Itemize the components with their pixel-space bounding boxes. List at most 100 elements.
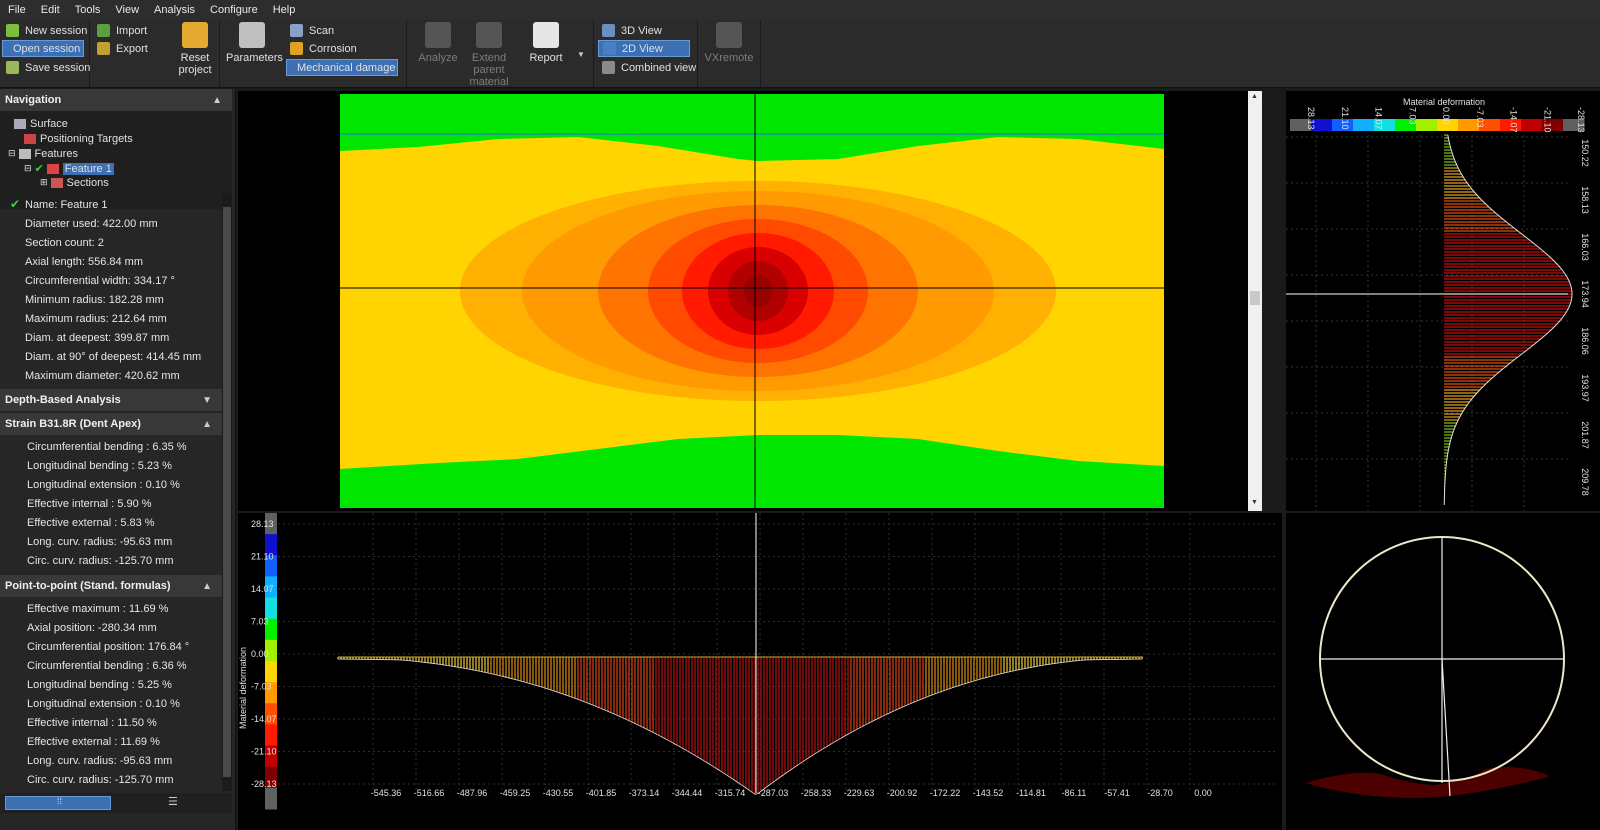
circumferential-profile-chart[interactable]: Material deformation 28.13 21.10 14.07 7.03… bbox=[1286, 91, 1600, 511]
corrosion-mode-button[interactable]: Corrosion bbox=[286, 40, 361, 57]
axial-x-tick: -315.74 bbox=[715, 788, 746, 798]
axial-profile-view[interactable]: 28.13 21.10 14.07 7.03 0.00 -7.03 -14.07 -21.10… bbox=[238, 513, 1282, 830]
open-session-button[interactable]: Open session bbox=[2, 40, 84, 57]
chevron-up-icon[interactable]: ▲ bbox=[212, 95, 222, 106]
profile-scale-label: 0.00 bbox=[1441, 107, 1451, 125]
menu-help[interactable]: Help bbox=[273, 4, 296, 16]
properties-scrollbar[interactable] bbox=[222, 193, 232, 791]
vxremote-button[interactable]: VXremote bbox=[704, 22, 754, 64]
combined-view-button[interactable]: Combined view bbox=[598, 59, 700, 76]
parameters-icon bbox=[239, 22, 265, 48]
2d-view-button[interactable]: 2D View bbox=[598, 40, 690, 57]
grid-icon: ⁞⁞ bbox=[57, 796, 63, 806]
menu-file[interactable]: File bbox=[8, 4, 26, 16]
tree-item-positioning-targets[interactable]: Positioning Targets bbox=[24, 131, 133, 146]
corrosion-icon bbox=[290, 42, 303, 55]
deformation-map[interactable] bbox=[238, 91, 1262, 511]
expand-minus-icon[interactable]: ⊟ bbox=[8, 148, 16, 159]
scan-mode-button[interactable]: Scan bbox=[286, 22, 338, 39]
depth-based-analysis-header[interactable]: Depth-Based Analysis ▼ bbox=[0, 389, 222, 411]
p2p-item: Effective internal : 11.50 % bbox=[27, 717, 157, 729]
import-button[interactable]: Import bbox=[93, 22, 151, 39]
axial-y-tick: -28.13 bbox=[251, 779, 277, 789]
reset-project-button[interactable]: Reset project bbox=[172, 22, 218, 76]
tree-item-features[interactable]: ⊟ Features bbox=[8, 146, 78, 161]
strain-item: Long. curv. radius: -95.63 mm bbox=[27, 536, 173, 548]
target-icon bbox=[24, 133, 36, 144]
menu-edit[interactable]: Edit bbox=[41, 4, 60, 16]
axial-x-tick: -287.03 bbox=[758, 788, 789, 798]
tree-label: Features bbox=[34, 147, 78, 160]
chevron-up-icon[interactable]: ▲ bbox=[202, 581, 212, 592]
mechanical-damage-mode-button[interactable]: Mechanical damage bbox=[286, 59, 398, 76]
ribbon-divider bbox=[760, 20, 761, 88]
profile-axis-label: 150.22 bbox=[1580, 139, 1590, 167]
profile-title: Material deformation bbox=[1403, 97, 1485, 107]
axial-x-tick: -229.63 bbox=[844, 788, 875, 798]
tree-label: Feature 1 bbox=[62, 162, 114, 175]
strain-item: Effective internal : 5.90 % bbox=[27, 498, 152, 510]
circumferential-profile-view[interactable]: Material deformation 28.13 21.10 14.07 7.03… bbox=[1286, 91, 1600, 511]
tree-item-surface[interactable]: Surface bbox=[14, 116, 68, 131]
axial-x-tick: -545.36 bbox=[371, 788, 402, 798]
tree-label: Sections bbox=[66, 176, 109, 189]
scan-label: Scan bbox=[309, 24, 335, 37]
feature-icon bbox=[46, 163, 59, 174]
reset-project-icon bbox=[182, 22, 208, 48]
map-scrollbar-thumb[interactable] bbox=[1250, 291, 1260, 305]
3d-view-button[interactable]: 3D View bbox=[598, 22, 666, 39]
deformation-map-view[interactable]: ▲ ▼ bbox=[238, 91, 1262, 511]
bottom-tab-bar: ⁞⁞ ☰ bbox=[0, 793, 232, 813]
chevron-down-icon[interactable]: ▼ bbox=[202, 395, 212, 406]
tree-item-sections[interactable]: ⊞ Sections bbox=[40, 175, 109, 190]
menu-analysis[interactable]: Analysis bbox=[154, 4, 195, 16]
extend-parent-material-button[interactable]: Extend parent material bbox=[462, 22, 516, 88]
save-session-button[interactable]: Save session bbox=[2, 59, 94, 76]
prop-maximum-radius: Maximum radius: 212.64 mm bbox=[25, 313, 167, 325]
report-button[interactable]: Report bbox=[522, 22, 570, 64]
tree-item-feature-1[interactable]: ⊟ ✔ Feature 1 bbox=[24, 161, 114, 176]
menu-bar: File Edit Tools View Analysis Configure … bbox=[0, 0, 1600, 20]
p2p-item: Longitudinal bending : 5.25 % bbox=[27, 679, 172, 691]
tree-label: Positioning Targets bbox=[40, 132, 133, 145]
list-icon[interactable]: ☰ bbox=[168, 795, 178, 808]
analyze-button[interactable]: Analyze bbox=[416, 22, 460, 64]
2d-view-icon bbox=[603, 42, 616, 55]
axial-x-tick: -401.85 bbox=[586, 788, 617, 798]
cross-section-view[interactable] bbox=[1286, 513, 1600, 830]
chevron-up-icon[interactable]: ▲ bbox=[202, 419, 212, 430]
profile-colorbar-segment bbox=[1353, 119, 1375, 131]
axial-x-tick: -373.14 bbox=[629, 788, 660, 798]
profile-axis-label: 186.06 bbox=[1580, 327, 1590, 355]
map-contour-8 bbox=[744, 275, 772, 307]
new-session-button[interactable]: New session bbox=[2, 22, 91, 39]
sections-icon bbox=[50, 177, 63, 188]
scroll-down-icon[interactable]: ▼ bbox=[1251, 499, 1258, 506]
axial-profile-chart[interactable]: 28.13 21.10 14.07 7.03 0.00 -7.03 -14.07 -21.10… bbox=[238, 513, 1282, 830]
export-button[interactable]: Export bbox=[93, 40, 152, 57]
vxremote-label: VXremote bbox=[704, 52, 754, 64]
parameters-button[interactable]: Parameters bbox=[226, 22, 283, 64]
report-icon bbox=[533, 22, 559, 48]
navigation-header[interactable]: Navigation ▲ bbox=[0, 89, 232, 111]
profile-axis-label: 201.87 bbox=[1580, 421, 1590, 449]
profile-fill bbox=[1443, 134, 1573, 506]
report-dropdown-chevron-icon[interactable]: ▼ bbox=[577, 50, 585, 59]
map-scrollbar[interactable]: ▲ ▼ bbox=[1248, 91, 1262, 511]
expand-plus-icon[interactable]: ⊞ bbox=[40, 177, 48, 188]
menu-configure[interactable]: Configure bbox=[210, 4, 258, 16]
p2p-item: Longitudinal extension : 0.10 % bbox=[27, 698, 180, 710]
expand-minus-icon[interactable]: ⊟ bbox=[24, 163, 32, 174]
point-to-point-header[interactable]: Point-to-point (Stand. formulas) ▲ bbox=[0, 575, 222, 597]
cross-section-chart[interactable] bbox=[1286, 513, 1600, 830]
prop-diam-at-deepest: Diam. at deepest: 399.87 mm bbox=[25, 332, 170, 344]
scrollbar-thumb[interactable] bbox=[223, 207, 231, 777]
scroll-up-icon[interactable]: ▲ bbox=[1251, 93, 1258, 100]
axial-x-tick: -114.81 bbox=[1016, 788, 1046, 798]
strain-header[interactable]: Strain B31.8R (Dent Apex) ▲ bbox=[0, 413, 222, 435]
menu-view[interactable]: View bbox=[115, 4, 139, 16]
prop-diam-at-90: Diam. at 90° of deepest: 414.45 mm bbox=[25, 351, 202, 363]
menu-tools[interactable]: Tools bbox=[75, 4, 101, 16]
axial-x-tick: -344.44 bbox=[672, 788, 703, 798]
export-label: Export bbox=[116, 42, 148, 55]
